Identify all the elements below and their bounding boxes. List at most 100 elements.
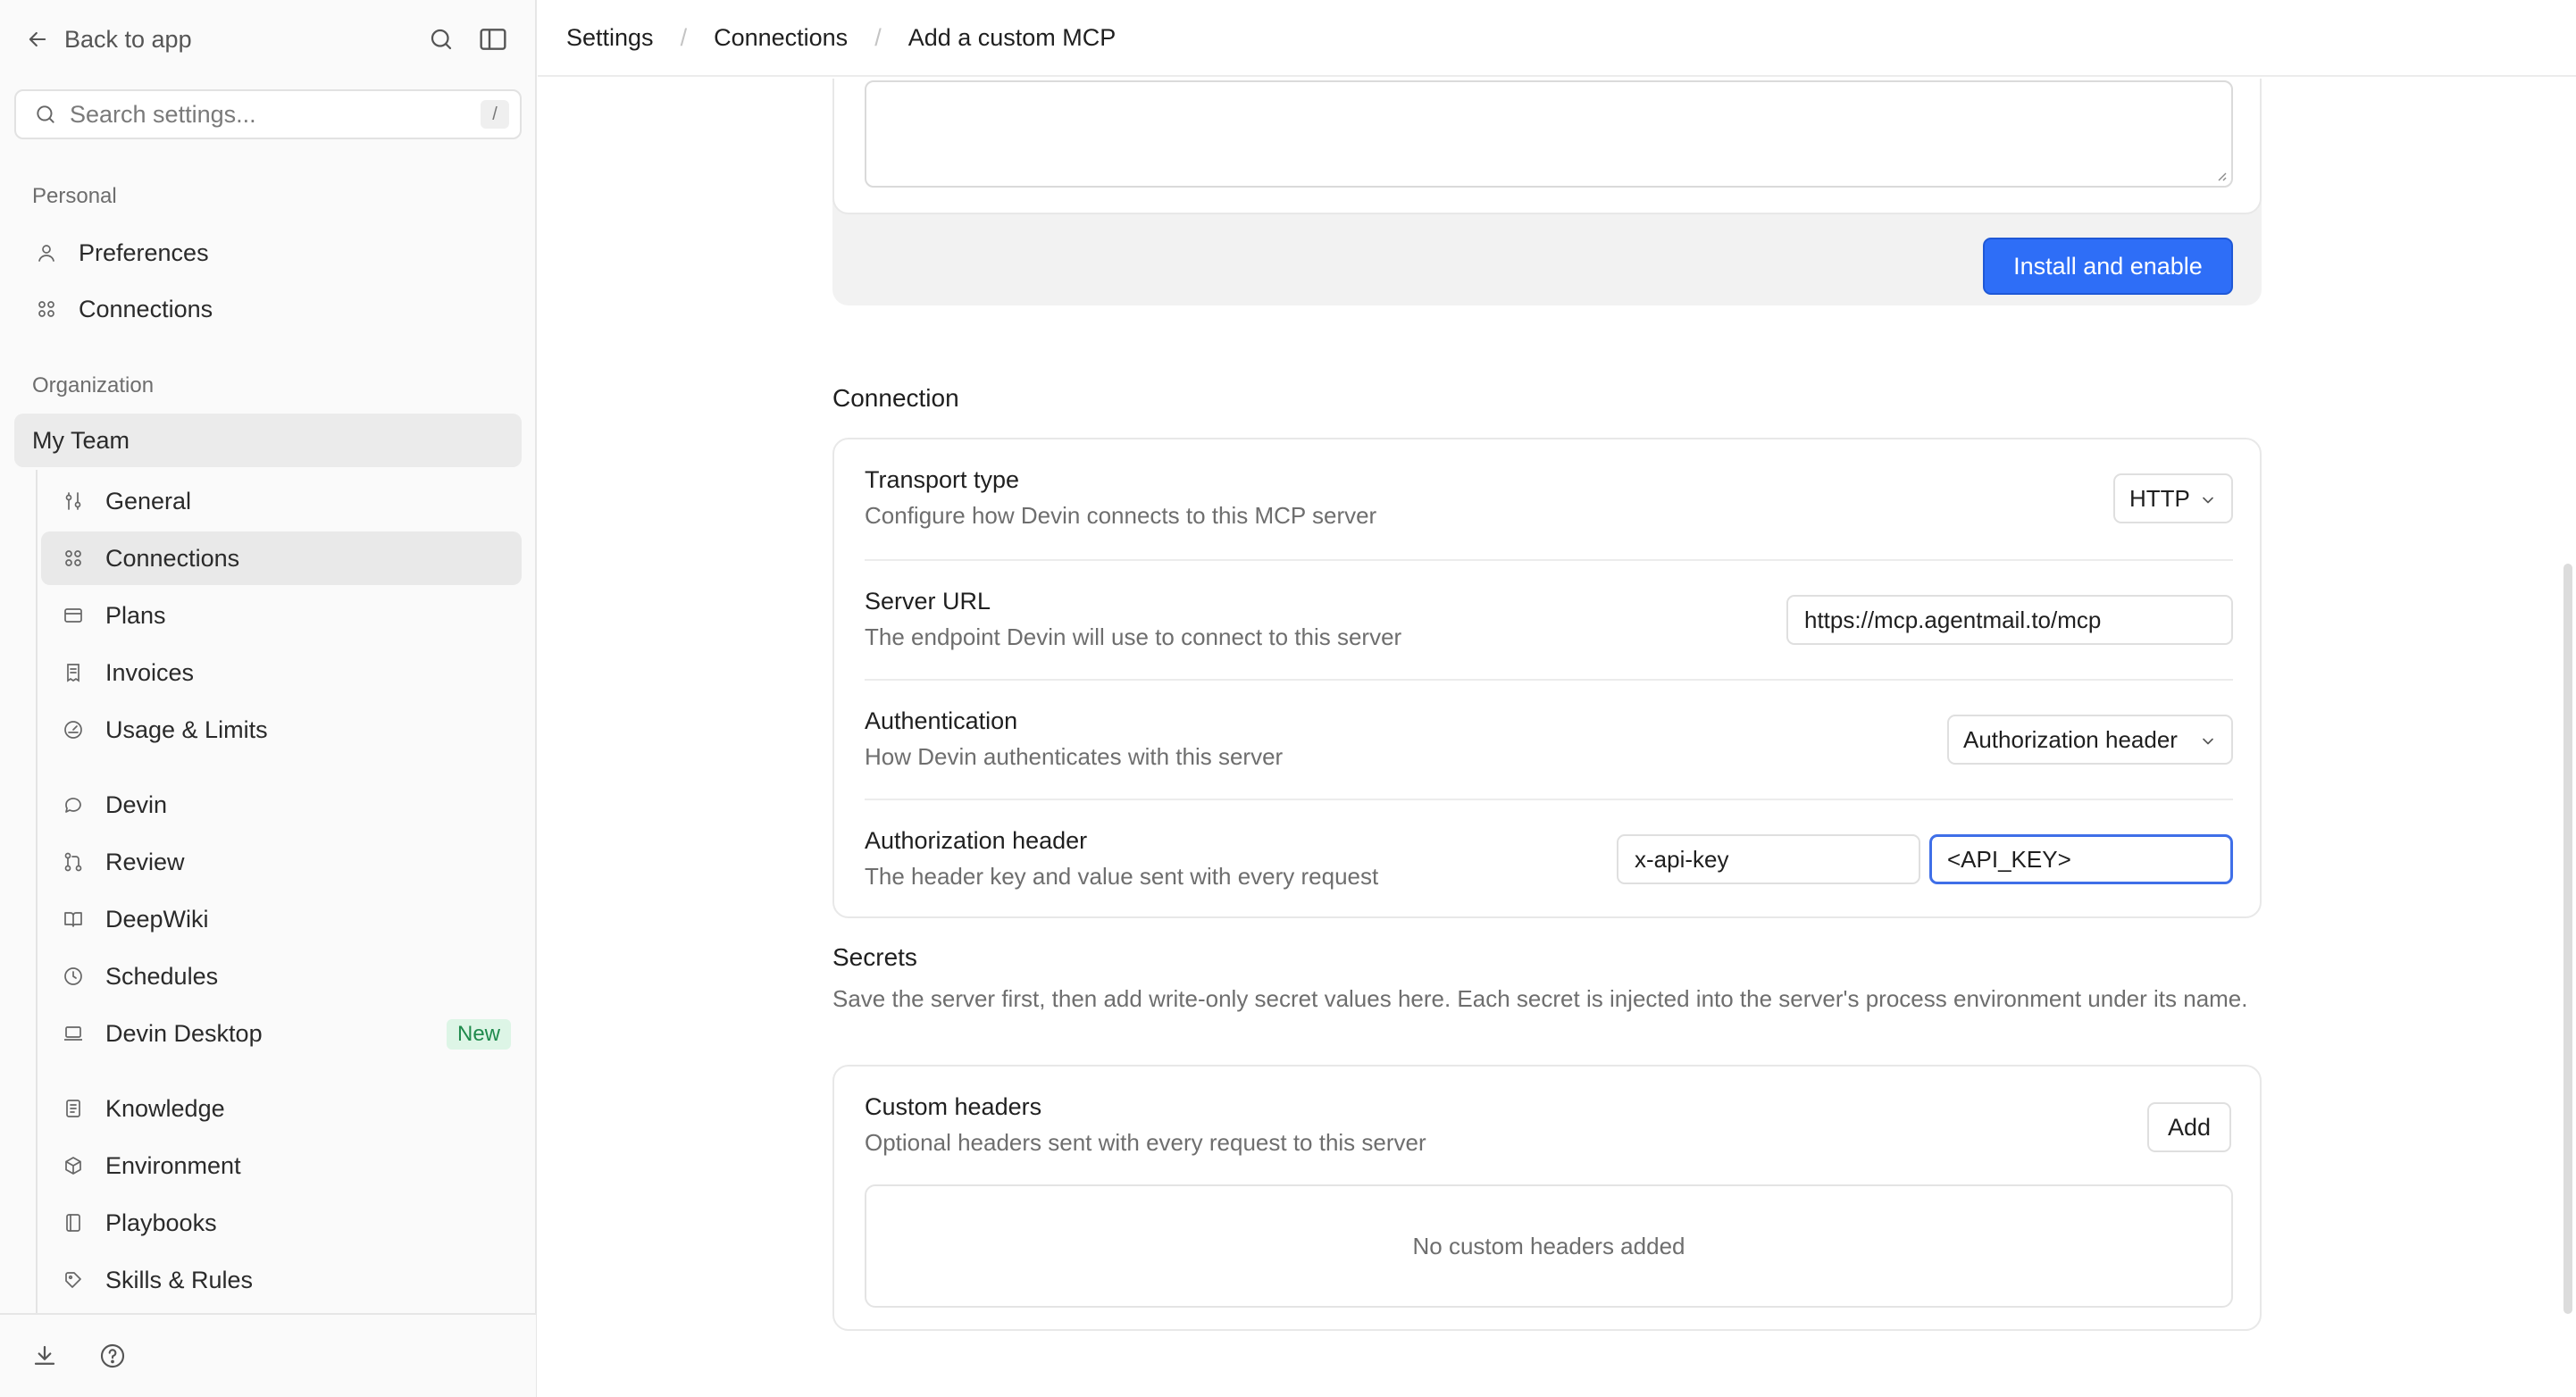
authorization-header-title: Authorization header <box>865 827 1088 854</box>
sidebar-item-label: Preferences <box>79 238 209 266</box>
sidebar-panel-icon <box>479 26 507 53</box>
sidebar-item-skills-rules[interactable]: Skills & Rules <box>41 1253 522 1307</box>
gauge-icon <box>61 717 86 742</box>
breadcrumb-separator: / <box>680 23 688 51</box>
secrets-description: Save the server first, then add write-on… <box>832 985 2248 1012</box>
chevron-down-icon <box>2199 491 2217 509</box>
authorization-header-description: The header key and value sent with every… <box>865 863 1379 890</box>
cube-icon <box>61 1153 86 1178</box>
sidebar-item-label: Environment <box>105 1151 241 1179</box>
book-icon <box>61 907 86 932</box>
transport-type-description: Configure how Devin connects to this MCP… <box>865 502 1377 529</box>
settings-sidebar: Back to app / Personal Preferences Connec… <box>0 0 537 1397</box>
custom-headers-title: Custom headers <box>865 1093 1042 1120</box>
organization-section-label: Organization <box>32 373 155 397</box>
team-subnav-guide <box>36 470 38 1313</box>
sidebar-item-label: DeepWiki <box>105 905 209 933</box>
clock-icon <box>61 964 86 989</box>
authentication-row: Authentication How Devin authenticates w… <box>865 679 2233 799</box>
team-selector[interactable]: My Team <box>14 414 522 467</box>
add-custom-header-button[interactable]: Add <box>2147 1102 2231 1152</box>
breadcrumb-current-page: Add a custom MCP <box>907 23 1117 51</box>
server-url-title: Server URL <box>865 588 991 615</box>
sidebar-item-schedules[interactable]: Schedules <box>41 949 522 1003</box>
sidebar-footer <box>0 1313 536 1397</box>
settings-search: / <box>14 89 522 139</box>
secrets-section-title: Secrets <box>832 943 917 971</box>
sidebar-item-label: Devin <box>105 791 168 818</box>
back-to-app-link[interactable]: Back to app <box>25 20 192 59</box>
tag-icon <box>61 1267 86 1292</box>
transport-type-title: Transport type <box>865 466 1020 493</box>
search-button[interactable] <box>423 21 459 57</box>
authentication-select[interactable]: Authorization header <box>1947 715 2233 765</box>
sidebar-item-playbooks[interactable]: Playbooks <box>41 1196 522 1250</box>
search-settings-input[interactable] <box>70 100 463 129</box>
sidebar-item-label: Playbooks <box>105 1209 217 1236</box>
chevron-down-icon <box>2199 732 2217 750</box>
help-button[interactable] <box>95 1338 130 1374</box>
connection-card: Transport type Configure how Devin conne… <box>832 438 2262 918</box>
sidebar-item-personal-connections[interactable]: Connections <box>14 282 522 336</box>
grid-icon <box>61 546 86 571</box>
toggle-sidebar-button[interactable] <box>475 21 511 57</box>
sidebar-item-personal-preferences[interactable]: Preferences <box>14 226 522 280</box>
custom-headers-empty-state: No custom headers added <box>865 1184 2233 1308</box>
config-textarea[interactable] <box>865 80 2233 188</box>
transport-type-row: Transport type Configure how Devin conne… <box>865 439 2233 559</box>
user-icon <box>34 240 59 265</box>
sidebar-item-label: Schedules <box>105 962 219 990</box>
sidebar-item-connections[interactable]: Connections <box>41 531 522 585</box>
custom-headers-description: Optional headers sent with every request… <box>865 1129 1426 1156</box>
help-icon <box>98 1342 127 1370</box>
team-name: My Team <box>32 426 130 454</box>
authentication-description: How Devin authenticates with this server <box>865 743 1284 770</box>
sliders-icon <box>61 489 86 514</box>
laptop-icon <box>61 1021 86 1046</box>
server-url-row: Server URL The endpoint Devin will use t… <box>865 559 2233 679</box>
sidebar-item-label: Devin Desktop <box>105 1019 263 1047</box>
new-badge: New <box>446 1019 511 1050</box>
connection-section-title: Connection <box>832 384 959 412</box>
sidebar-item-environment[interactable]: Environment <box>41 1139 522 1192</box>
sidebar-item-label: Knowledge <box>105 1094 225 1122</box>
sidebar-item-general[interactable]: General <box>41 474 522 528</box>
playbook-icon <box>61 1210 86 1235</box>
sidebar-item-label: Skills & Rules <box>105 1266 254 1293</box>
mcp-config-card-body <box>832 79 2262 214</box>
custom-headers-empty-text: No custom headers added <box>1412 1232 1685 1259</box>
pull-request-icon <box>61 849 86 874</box>
custom-headers-card: Custom headers Optional headers sent wit… <box>832 1065 2262 1331</box>
sidebar-item-devin[interactable]: Devin <box>41 778 522 832</box>
authorization-header-row: Authorization header The header key and … <box>865 799 2233 918</box>
sidebar-item-plans[interactable]: Plans <box>41 589 522 642</box>
sidebar-item-devin-desktop[interactable]: Devin Desktop New <box>41 1007 522 1060</box>
resize-handle-icon[interactable] <box>2213 168 2228 182</box>
sidebar-item-label: Connections <box>105 544 240 572</box>
sidebar-item-review[interactable]: Review <box>41 835 522 889</box>
breadcrumb-separator: / <box>874 23 882 51</box>
arrow-left-icon <box>25 27 50 52</box>
server-url-input[interactable] <box>1786 595 2233 645</box>
auth-header-value-input[interactable] <box>1929 834 2233 884</box>
auth-header-key-input[interactable] <box>1617 834 1920 884</box>
sidebar-item-usage-limits[interactable]: Usage & Limits <box>41 703 522 757</box>
transport-type-select[interactable]: HTTP <box>2113 473 2233 523</box>
download-button[interactable] <box>27 1338 63 1374</box>
sidebar-item-deepwiki[interactable]: DeepWiki <box>41 892 522 946</box>
sidebar-item-label: Usage & Limits <box>105 715 268 743</box>
search-icon <box>428 26 455 53</box>
content-scrollbar[interactable] <box>2563 564 2572 1314</box>
chat-icon <box>61 792 86 817</box>
install-and-enable-button[interactable]: Install and enable <box>1983 238 2233 295</box>
sidebar-item-invoices[interactable]: Invoices <box>41 646 522 699</box>
sidebar-item-label: Connections <box>79 295 213 322</box>
breadcrumb-settings[interactable]: Settings <box>566 24 654 52</box>
sidebar-item-label: Review <box>105 848 185 875</box>
breadcrumb-connections[interactable]: Connections <box>714 24 848 52</box>
back-to-app-label: Back to app <box>64 25 192 53</box>
personal-section-label: Personal <box>32 184 117 208</box>
sidebar-top-bar: Back to app <box>0 0 536 77</box>
sidebar-item-knowledge[interactable]: Knowledge <box>41 1082 522 1135</box>
sidebar-item-label: General <box>105 487 192 514</box>
